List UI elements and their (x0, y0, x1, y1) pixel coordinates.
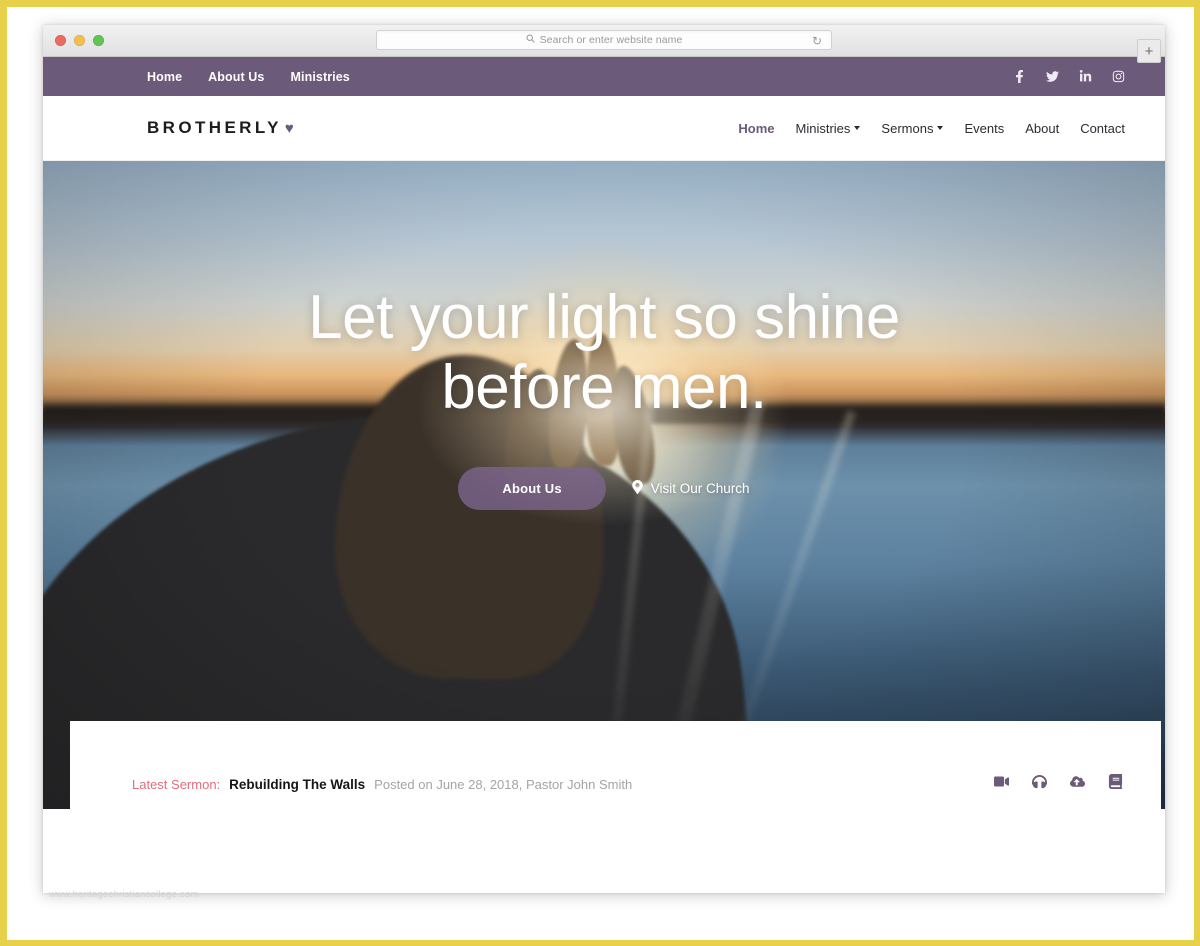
latest-sermon-title[interactable]: Rebuilding The Walls (229, 777, 365, 792)
video-camera-icon[interactable] (994, 774, 1009, 794)
visit-our-church-label: Visit Our Church (650, 481, 750, 497)
address-bar-placeholder-text: Search or enter website name (539, 34, 683, 46)
nav-item-ministries-label: Ministries (795, 120, 851, 136)
book-icon[interactable] (1108, 774, 1123, 794)
nav-item-contact[interactable]: Contact (1080, 121, 1125, 136)
address-bar[interactable]: Search or enter website name ↻ (376, 30, 832, 50)
heart-icon: ♥ (284, 119, 294, 137)
nav-item-about-label: About (1025, 120, 1060, 136)
latest-sermon-media-icons (994, 774, 1123, 794)
hero-heading: Let your light so shine before men. (274, 283, 934, 423)
new-tab-button[interactable]: + (1137, 39, 1161, 63)
site-logo[interactable]: BROTHERLY ♥ (147, 118, 294, 138)
map-pin-icon (632, 480, 643, 497)
hero-content: Let your light so shine before men. Abou… (43, 283, 1165, 511)
nav-item-home-label: Home (738, 120, 775, 136)
browser-titlebar: Search or enter website name ↻ + (43, 25, 1165, 63)
hero-section: Let your light so shine before men. Abou… (43, 161, 1165, 809)
utility-nav: Home About Us Ministries (147, 70, 350, 84)
hero-heading-line-2: before men. (441, 353, 767, 423)
window-controls (55, 35, 104, 46)
utility-link-home[interactable]: Home (147, 70, 182, 84)
about-us-button[interactable]: About Us (458, 467, 606, 511)
nav-item-events[interactable]: Events (964, 121, 1004, 136)
latest-sermon-bar: Latest Sermon: Rebuilding The Walls Post… (70, 721, 1161, 809)
browser-window: Search or enter website name ↻ + Home Ab… (43, 25, 1165, 893)
utility-link-ministries[interactable]: Ministries (291, 70, 350, 84)
main-navigation: Home Ministries Sermons Events About Con… (738, 121, 1125, 136)
hero-heading-line-1: Let your light so shine (308, 283, 900, 352)
watermark: www.heritagechristiancollege.com (49, 889, 199, 900)
reload-icon[interactable]: ↻ (812, 34, 822, 48)
headphones-icon[interactable] (1032, 774, 1047, 794)
nav-item-events-label: Events (964, 120, 1005, 136)
hero-actions: About Us Visit Our Church (43, 467, 1165, 511)
social-links (1012, 70, 1125, 84)
nav-item-ministries[interactable]: Ministries (796, 121, 861, 136)
site-logo-text: BROTHERLY (147, 118, 282, 137)
search-icon (526, 34, 535, 46)
minimize-window-button[interactable] (74, 35, 85, 46)
visit-our-church-link[interactable]: Visit Our Church (632, 480, 750, 497)
instagram-icon[interactable] (1111, 70, 1125, 84)
facebook-icon[interactable] (1012, 70, 1026, 84)
twitter-icon[interactable] (1045, 70, 1059, 84)
linkedin-icon[interactable] (1078, 70, 1092, 84)
address-bar-placeholder: Search or enter website name (526, 34, 683, 46)
plus-icon: + (1144, 42, 1154, 60)
close-window-button[interactable] (55, 35, 66, 46)
chevron-down-icon (937, 126, 944, 130)
nav-item-home[interactable]: Home (738, 121, 774, 136)
maximize-window-button[interactable] (93, 35, 104, 46)
latest-sermon-content: Latest Sermon: Rebuilding The Walls Post… (70, 721, 1161, 809)
latest-sermon-label: Latest Sermon: (132, 776, 221, 792)
nav-item-sermons-label: Sermons (881, 120, 934, 136)
utility-link-about-us[interactable]: About Us (208, 70, 264, 84)
chevron-down-icon (854, 126, 861, 130)
latest-sermon-text: Latest Sermon: Rebuilding The Walls Post… (132, 777, 632, 792)
page-bottom-strip (43, 809, 1165, 859)
cloud-download-icon[interactable] (1070, 774, 1085, 794)
nav-item-sermons[interactable]: Sermons (881, 120, 944, 136)
page-root: Search or enter website name ↻ + Home Ab… (0, 0, 1200, 946)
nav-item-about[interactable]: About (1025, 121, 1059, 136)
site-header: BROTHERLY ♥ Home Ministries Sermons Even… (43, 96, 1165, 161)
utility-bar: Home About Us Ministries (43, 57, 1165, 96)
latest-sermon-meta: Posted on June 28, 2018, Pastor John Smi… (374, 776, 633, 792)
nav-item-contact-label: Contact (1080, 120, 1125, 136)
